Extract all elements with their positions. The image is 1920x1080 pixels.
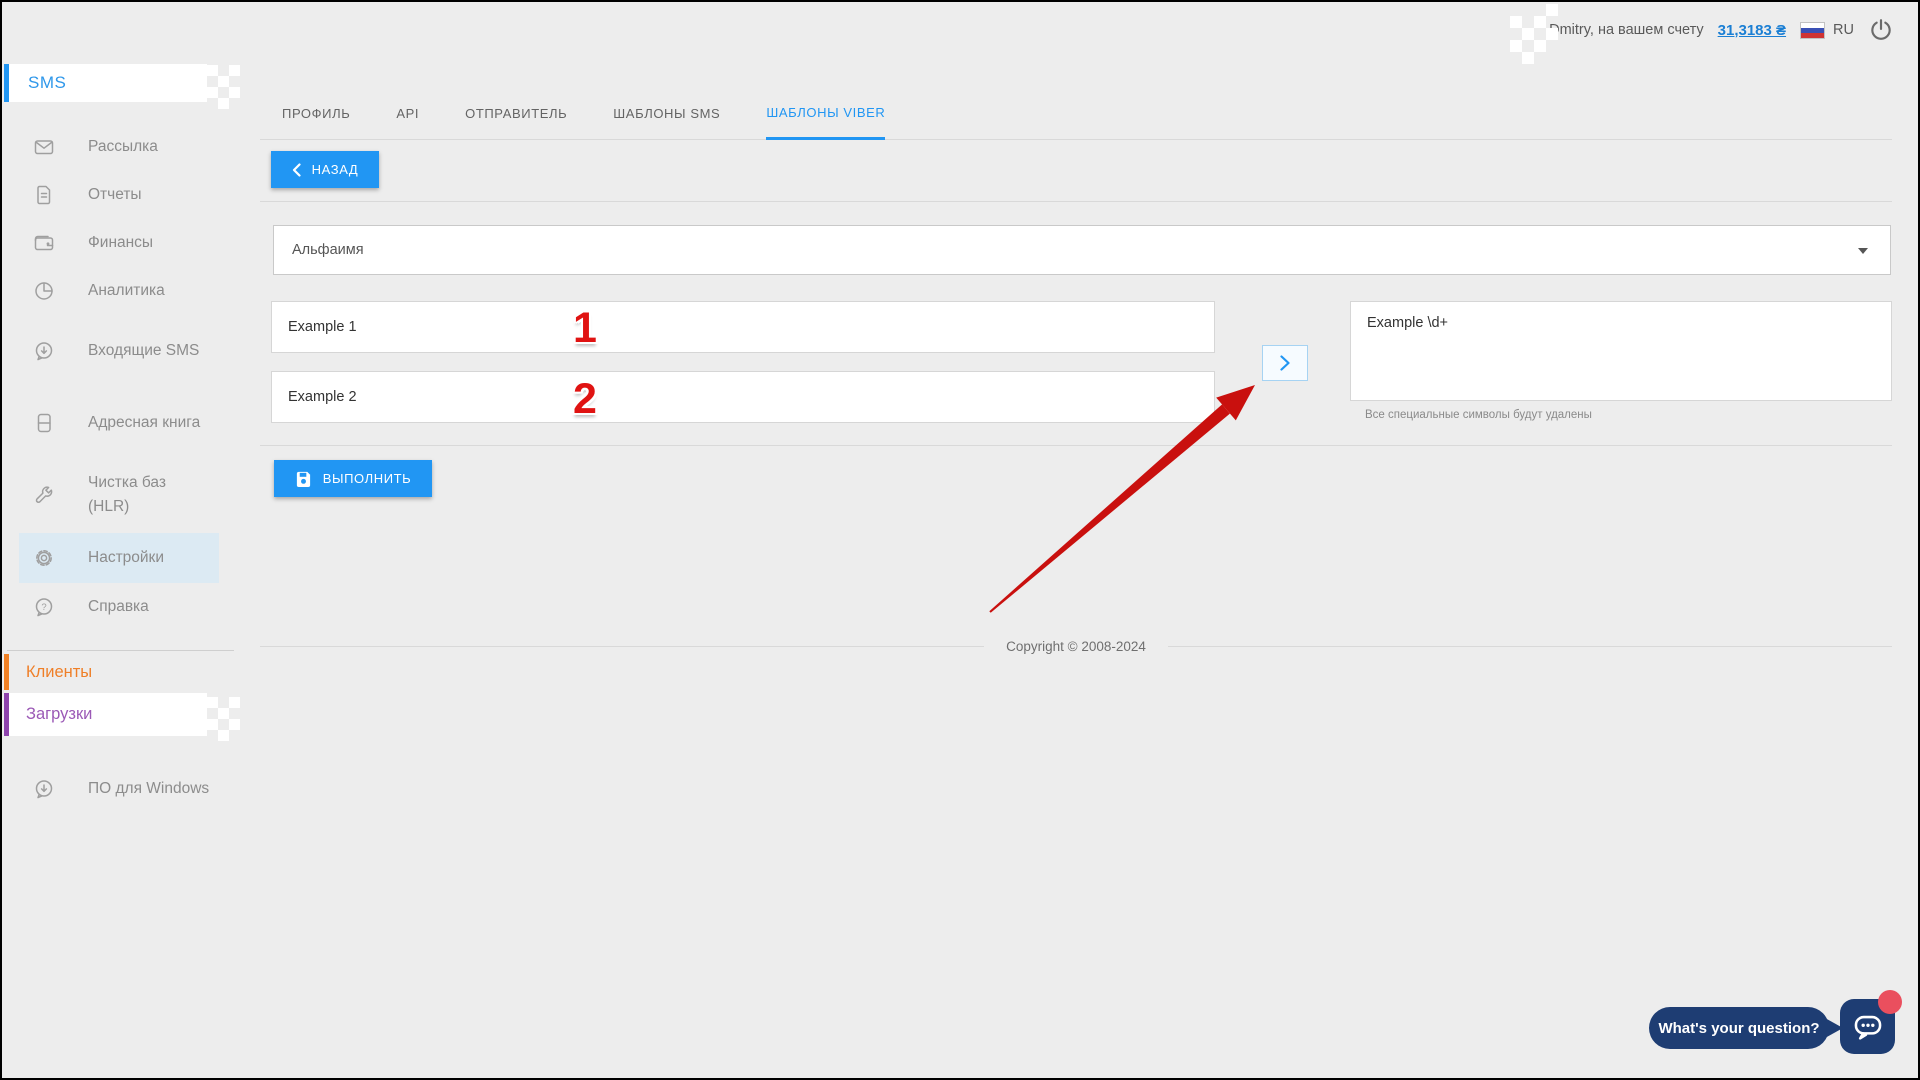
- clients-section-bar: [4, 654, 9, 690]
- chevron-down-icon: [1858, 248, 1868, 254]
- chat-question-label: What's your question?: [1658, 1020, 1819, 1037]
- chevron-left-icon: [292, 163, 301, 177]
- incoming-sms-icon: [33, 340, 55, 362]
- sidebar-item-otchety[interactable]: Отчеты: [4, 171, 234, 219]
- sidebar-item-label: Отчеты: [88, 183, 210, 207]
- template-example1-input[interactable]: [271, 301, 1215, 353]
- save-icon: [295, 470, 312, 487]
- help-icon: ?: [33, 596, 55, 618]
- tab-sms-templates[interactable]: ШАБЛОНЫ SMS: [613, 87, 720, 140]
- downloads-section-bar: [4, 693, 9, 736]
- sidebar-item-label: Входящие SMS: [88, 339, 210, 363]
- header-account-area: Dmitry, на вашем счету 31,3183 ₴ RU: [1549, 2, 1894, 58]
- sidebar-item-label: Аналитика: [88, 279, 210, 303]
- download-icon: [33, 778, 55, 800]
- sidebar-item-label: Справка: [88, 595, 210, 619]
- chat-question-bubble[interactable]: What's your question?: [1649, 1007, 1829, 1049]
- app-window: Dmitry, на вашем счету 31,3183 ₴ RU SMS …: [0, 0, 1920, 1080]
- tab-sender[interactable]: ОТПРАВИТЕЛЬ: [465, 87, 567, 140]
- alpha-name-select[interactable]: Альфаимя: [273, 225, 1891, 275]
- wallet-icon: [33, 232, 55, 254]
- analytics-icon: [33, 280, 55, 302]
- sidebar-item-windows-software[interactable]: ПО для Windows: [4, 753, 234, 825]
- power-icon[interactable]: [1868, 17, 1894, 43]
- back-button[interactable]: НАЗАД: [271, 151, 379, 188]
- user-greeting: Dmitry, на вашем счету: [1549, 22, 1704, 38]
- wrench-icon: [33, 484, 55, 506]
- envelope-icon: [33, 136, 55, 158]
- sidebar-item-address-book[interactable]: Адресная книга: [4, 387, 234, 459]
- chat-bubble-icon: [1851, 1010, 1885, 1044]
- execute-button[interactable]: ВЫПОЛНИТЬ: [274, 460, 432, 497]
- copyright-text: Copyright © 2008-2024: [984, 639, 1168, 654]
- content-divider-top: [260, 201, 1892, 202]
- report-icon: [33, 184, 55, 206]
- sidebar-section-sms[interactable]: SMS: [4, 64, 207, 102]
- tab-profile[interactable]: ПРОФИЛЬ: [282, 87, 350, 140]
- language-label[interactable]: RU: [1833, 22, 1854, 38]
- execute-button-label: ВЫПОЛНИТЬ: [323, 471, 412, 486]
- russia-flag-icon[interactable]: [1800, 22, 1825, 39]
- special-chars-helper-text: Все специальные символы будут удалены: [1365, 409, 1592, 421]
- sidebar-item-spravka[interactable]: ? Справка: [4, 583, 234, 631]
- chevron-right-icon: [1280, 355, 1290, 371]
- sidebar-section-clients[interactable]: Клиенты: [4, 651, 234, 693]
- clients-label: Клиенты: [26, 663, 92, 682]
- sidebar-item-rassylka[interactable]: Рассылка: [4, 123, 234, 171]
- gear-icon: [33, 547, 55, 569]
- sidebar-item-label: Рассылка: [88, 135, 210, 159]
- sidebar-item-analitika[interactable]: Аналитика: [4, 267, 234, 315]
- back-button-label: НАЗАД: [312, 162, 359, 177]
- sidebar-item-nastroyki[interactable]: Настройки: [4, 533, 234, 583]
- active-section-bar: [4, 64, 9, 102]
- template-result-textarea[interactable]: Example \d+: [1350, 301, 1892, 401]
- svg-text:?: ?: [41, 602, 46, 613]
- tab-viber-templates[interactable]: ШАБЛОНЫ VIBER: [766, 87, 885, 140]
- balance-link[interactable]: 31,3183 ₴: [1718, 22, 1786, 39]
- sidebar-item-label: Адресная книга: [88, 411, 210, 435]
- copyright: Copyright © 2008-2024: [260, 639, 1892, 654]
- template-example2-input[interactable]: [271, 371, 1215, 423]
- sidebar-section-downloads[interactable]: Загрузки: [4, 693, 207, 736]
- sidebar-item-label: ПО для Windows: [88, 777, 210, 801]
- sidebar-item-finansy[interactable]: Финансы: [4, 219, 234, 267]
- sidebar-item-label: Настройки: [88, 546, 210, 570]
- sidebar-item-hlr[interactable]: Чистка баз (HLR): [4, 459, 234, 531]
- alpha-name-value: Альфаимя: [292, 242, 364, 258]
- sidebar-item-label: Финансы: [88, 231, 210, 255]
- settings-tab-bar: ПРОФИЛЬ API ОТПРАВИТЕЛЬ ШАБЛОНЫ SMS ШАБЛ…: [260, 87, 1892, 140]
- sidebar-item-incoming-sms[interactable]: Входящие SMS: [4, 315, 234, 387]
- chat-notification-dot: [1878, 990, 1902, 1014]
- downloads-label: Загрузки: [26, 705, 92, 724]
- content-divider-bottom: [260, 445, 1892, 446]
- sidebar-item-label: Чистка баз (HLR): [88, 471, 210, 519]
- annotation-step-1: 1: [562, 304, 608, 352]
- annotation-step-2: 2: [562, 375, 608, 423]
- tab-api[interactable]: API: [396, 87, 419, 140]
- generate-template-button[interactable]: [1262, 345, 1308, 381]
- sidebar-section-title: SMS: [28, 73, 66, 93]
- address-book-icon: [33, 412, 55, 434]
